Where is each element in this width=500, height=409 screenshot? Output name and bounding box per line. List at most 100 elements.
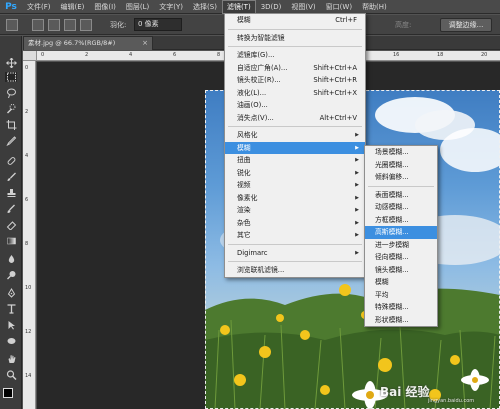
menu-item-filter-gallery[interactable]: 滤镜库(G)... [225, 49, 365, 62]
submenu-noise[interactable]: 杂色 ▶ [225, 217, 365, 230]
shape-tool-icon[interactable] [5, 336, 17, 346]
add-to-selection-button[interactable] [48, 19, 60, 31]
menu-item-label: 杂色 [237, 218, 251, 227]
submenu-blur[interactable]: 模糊 ▶ [225, 141, 365, 154]
menu-item-label: Digimarc [237, 248, 268, 257]
gradient-tool-icon[interactable] [5, 236, 17, 246]
submenu-video[interactable]: 视频 ▶ [225, 179, 365, 192]
menu-item-lens-blur[interactable]: 镜头模糊... [365, 264, 437, 277]
submenu-arrow-icon: ▶ [355, 249, 359, 256]
submenu-sharpen[interactable]: 锐化 ▶ [225, 167, 365, 180]
menu-item-gaussian-blur[interactable]: 高斯模糊... [365, 226, 437, 239]
history-brush-tool-icon[interactable] [5, 204, 17, 214]
brush-tool-icon[interactable] [5, 172, 17, 182]
submenu-distort[interactable]: 扭曲 ▶ [225, 154, 365, 167]
ruler-corner [23, 51, 37, 61]
menu-type[interactable]: 文字(Y) [154, 0, 188, 14]
ruler-tick-label: 2 [25, 109, 29, 115]
pen-tool-icon[interactable] [5, 288, 17, 298]
menu-item-lens-correction[interactable]: 镜头校正(R)... Shift+Ctrl+R [225, 74, 365, 87]
watermark-logo: Bai 经验 [380, 385, 430, 399]
menu-window[interactable]: 窗口(W) [321, 0, 357, 14]
menu-item-iris-blur[interactable]: 光圈模糊... [365, 159, 437, 172]
menu-item-adaptive-wide-angle[interactable]: 自适应广角(A)... Shift+Ctrl+A [225, 62, 365, 75]
document-tab[interactable]: 素材.jpg @ 66.7%(RGB/8#) × [23, 36, 153, 50]
quick-select-tool-icon[interactable] [5, 104, 17, 114]
crop-tool-icon[interactable] [5, 120, 17, 130]
menu-item-last-filter[interactable]: 模糊 Ctrl+F [225, 14, 365, 27]
menu-item-browse-filters-online[interactable]: 浏览联机滤镜... [225, 264, 365, 277]
close-icon[interactable]: × [142, 37, 148, 50]
photoshop-logo: Ps [5, 1, 17, 12]
submenu-other[interactable]: 其它 ▶ [225, 229, 365, 242]
clone-stamp-tool-icon[interactable] [5, 188, 17, 198]
tool-preset-picker[interactable] [6, 19, 18, 31]
menu-item-label: 模糊 [237, 143, 251, 152]
menu-item-motion-blur[interactable]: 动感模糊... [365, 201, 437, 214]
submenu-pixelate[interactable]: 像素化 ▶ [225, 192, 365, 205]
blur-submenu-dropdown: 场景模糊... 光圈模糊... 倾斜偏移... 表面模糊... 动感模糊... … [364, 145, 438, 327]
subtract-from-selection-button[interactable] [64, 19, 76, 31]
hand-tool-icon[interactable] [5, 354, 17, 364]
zoom-tool-icon[interactable] [5, 370, 17, 380]
menu-filter[interactable]: 滤镜(T) [221, 0, 256, 14]
menu-item-label: 风格化 [237, 131, 258, 139]
menu-image[interactable]: 图像(I) [89, 0, 121, 14]
submenu-stylize[interactable]: 风格化 ▶ [225, 129, 365, 142]
eyedropper-tool-icon[interactable] [5, 136, 17, 146]
menu-item-liquify[interactable]: 液化(L)... Shift+Ctrl+X [225, 87, 365, 100]
menu-separator [228, 243, 362, 245]
healing-tool-icon[interactable] [5, 156, 17, 166]
feather-input[interactable]: 0 像素 [134, 18, 182, 31]
submenu-render[interactable]: 渲染 ▶ [225, 204, 365, 217]
lasso-tool-icon[interactable] [5, 88, 17, 98]
marquee-tool-icon[interactable] [5, 72, 17, 82]
menu-item-label: 渲染 [237, 206, 251, 214]
menu-item-blur-more[interactable]: 进一步模糊 [365, 239, 437, 252]
menu-separator [228, 28, 362, 30]
submenu-digimarc[interactable]: Digimarc ▶ [225, 247, 365, 260]
menu-item-shape-blur[interactable]: 形状模糊... [365, 314, 437, 327]
ruler-tick-label: 6 [173, 52, 177, 58]
menu-3d[interactable]: 3D(D) [256, 0, 287, 14]
dodge-tool-icon[interactable] [5, 270, 17, 280]
ruler-tick-label: 16 [393, 52, 400, 58]
menu-item-tilt-shift[interactable]: 倾斜偏移... [365, 171, 437, 184]
foreground-color-swatch[interactable] [3, 388, 13, 398]
submenu-arrow-icon: ▶ [355, 207, 359, 213]
menu-item-box-blur[interactable]: 方框模糊... [365, 214, 437, 227]
menu-layer[interactable]: 图层(L) [121, 0, 154, 14]
blur-tool-icon[interactable] [5, 254, 17, 264]
type-tool-icon[interactable] [5, 304, 17, 314]
ruler-tick-label: 4 [25, 153, 29, 159]
ruler-tick-label: 14 [25, 373, 32, 379]
new-selection-button[interactable] [32, 19, 44, 31]
ruler-vertical[interactable]: 0 2 4 6 8 10 12 14 [23, 61, 36, 409]
menu-item-convert-smart-filter[interactable]: 转换为智能滤镜 [225, 32, 365, 45]
menu-item-average[interactable]: 平均 [365, 289, 437, 302]
ruler-tick-label: 4 [129, 52, 133, 58]
menu-item-shortcut: Ctrl+F [335, 16, 357, 24]
menu-item-smart-blur[interactable]: 特殊模糊... [365, 301, 437, 314]
filter-menu-dropdown: 模糊 Ctrl+F 转换为智能滤镜 滤镜库(G)... 自适应广角(A)... … [224, 13, 366, 278]
menu-item-radial-blur[interactable]: 径向模糊... [365, 251, 437, 264]
menu-file[interactable]: 文件(F) [22, 0, 56, 14]
menu-select[interactable]: 选择(S) [188, 0, 222, 14]
intersect-selection-button[interactable] [80, 19, 92, 31]
refine-edge-button[interactable]: 调整边缘... [440, 18, 492, 32]
menu-help[interactable]: 帮助(H) [357, 0, 392, 14]
menu-item-label: 转换为智能滤镜 [237, 33, 285, 42]
menu-item-field-blur[interactable]: 场景模糊... [365, 146, 437, 159]
menu-item-vanishing-point[interactable]: 消失点(V)... Alt+Ctrl+V [225, 112, 365, 125]
move-tool-icon[interactable] [5, 58, 17, 68]
menu-edit[interactable]: 编辑(E) [56, 0, 90, 14]
menu-item-oil-paint[interactable]: 油画(O)... [225, 99, 365, 112]
ruler-tick-label: 0 [25, 65, 29, 71]
menu-item-blur[interactable]: 模糊 [365, 276, 437, 289]
menu-item-label: 液化(L)... [237, 88, 267, 97]
path-select-tool-icon[interactable] [5, 320, 17, 330]
menu-item-surface-blur[interactable]: 表面模糊... [365, 189, 437, 202]
menu-view[interactable]: 视图(V) [286, 0, 320, 14]
eraser-tool-icon[interactable] [5, 220, 17, 230]
menu-item-label: 镜头校正(R)... [237, 76, 281, 84]
